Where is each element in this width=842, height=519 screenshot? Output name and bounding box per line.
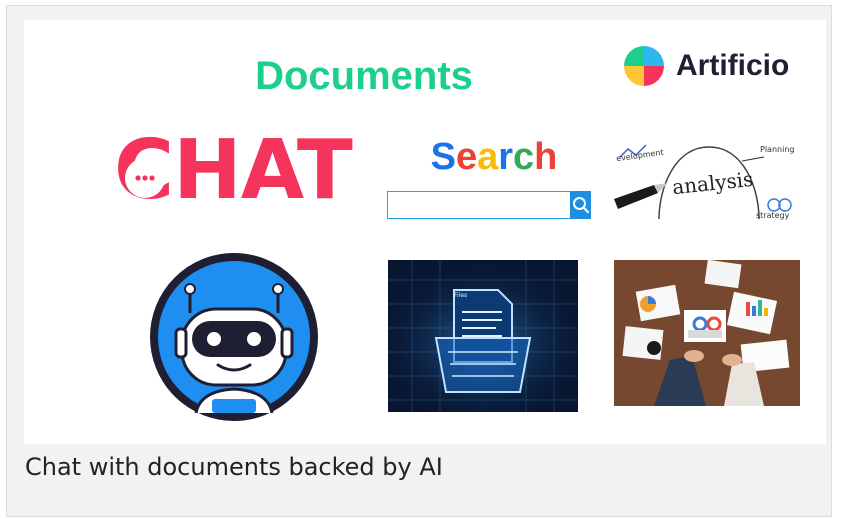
files-label: Files xyxy=(454,292,468,299)
search-letter: c xyxy=(513,136,535,178)
chatbot-robot-icon xyxy=(150,253,318,421)
search-logo: Search xyxy=(394,138,594,176)
robot-avatar xyxy=(150,253,318,421)
planning-word: Planning xyxy=(760,145,795,154)
image-caption: Chat with documents backed by AI xyxy=(25,453,443,481)
strategy-word: strategy xyxy=(756,211,790,220)
search-letter: a xyxy=(477,136,499,178)
search-letter: h xyxy=(534,136,558,178)
artificio-logo: Artificio xyxy=(622,44,789,88)
search-input[interactable] xyxy=(387,191,570,219)
magnifier-icon xyxy=(572,197,589,214)
brand-name: Artificio xyxy=(676,49,790,82)
artificio-pinwheel-icon xyxy=(624,46,664,86)
meeting-desk-image xyxy=(614,260,800,406)
collage-image: Documents Artificio CHAT Search analysis… xyxy=(24,20,826,444)
speech-bubble-icon xyxy=(125,158,165,198)
image-card: Documents Artificio CHAT Search analysis… xyxy=(6,5,832,517)
documents-title: Documents xyxy=(255,54,473,98)
search-letter: e xyxy=(455,136,478,178)
search-button[interactable] xyxy=(570,191,591,219)
analysis-image: analysis evelopment Planning strategy xyxy=(614,139,800,221)
search-bar xyxy=(387,191,591,219)
search-letter: r xyxy=(498,136,514,178)
document-folder-image: Files xyxy=(388,260,578,412)
search-letter: S xyxy=(430,136,456,178)
